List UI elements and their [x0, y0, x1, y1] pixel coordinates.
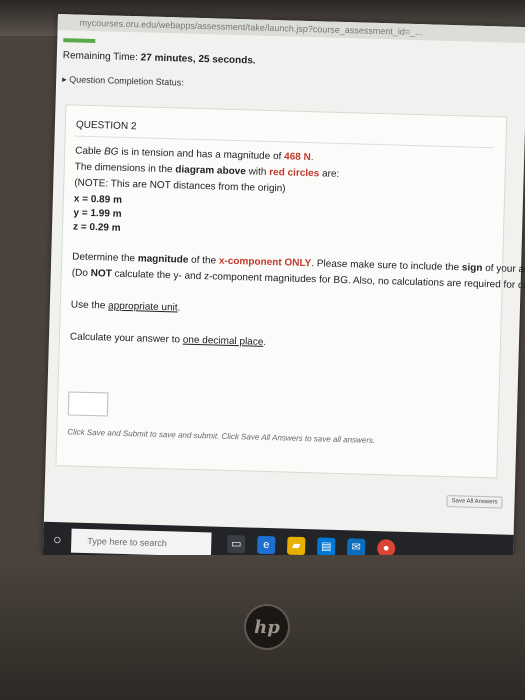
taskbar-search-input[interactable]: Type here to search	[70, 528, 212, 557]
mail-icon[interactable]: ✉	[346, 538, 366, 557]
submit-instructions: Click Save and Submit to save and submit…	[67, 427, 376, 446]
question-title: QUESTION 2	[75, 119, 137, 133]
remaining-time-label: Remaining Time:	[62, 50, 138, 64]
file-explorer-icon[interactable]: ▰	[286, 536, 306, 556]
question-panel: QUESTION 2 Cable BG is in tension and ha…	[55, 104, 525, 479]
question-completion-status[interactable]: ▸ Question Completion Status:	[62, 74, 184, 88]
decimal-instruction: Calculate your answer to one decimal pla…	[69, 331, 267, 348]
dimensions-intro: The dimensions in the diagram above with…	[74, 161, 340, 180]
time-progress-bar	[63, 38, 96, 44]
edge-icon[interactable]: e	[257, 535, 276, 555]
store-icon[interactable]: ▤	[316, 537, 336, 556]
laptop-screen: mycourses.oru.edu/webapps/assessment/tak…	[42, 14, 525, 571]
answer-input[interactable]	[67, 391, 109, 417]
dim-x: x = 0.89 m	[73, 193, 123, 206]
unit-instruction: Use the appropriate unit.	[70, 299, 181, 314]
note-text: (NOTE: This are NOT distances from the o…	[74, 177, 286, 195]
cable-var: BG	[103, 146, 119, 158]
dim-y: y = 1.99 m	[73, 207, 122, 220]
dim-z: z = 0.29 m	[72, 221, 121, 234]
task-view-icon[interactable]: ▭	[227, 534, 246, 554]
remaining-time-value: 27 minutes, 25 seconds.	[140, 52, 256, 67]
remaining-time: Remaining Time: 27 minutes, 25 seconds.	[63, 50, 256, 66]
magnitude-value: 468 N	[283, 151, 311, 164]
hp-logo: hp	[246, 606, 288, 648]
start-button[interactable]: ○	[49, 531, 65, 547]
save-all-answers-button[interactable]: Save All Answers	[446, 495, 503, 509]
question-statement: Cable BG is in tension and has a magnitu…	[75, 145, 314, 164]
